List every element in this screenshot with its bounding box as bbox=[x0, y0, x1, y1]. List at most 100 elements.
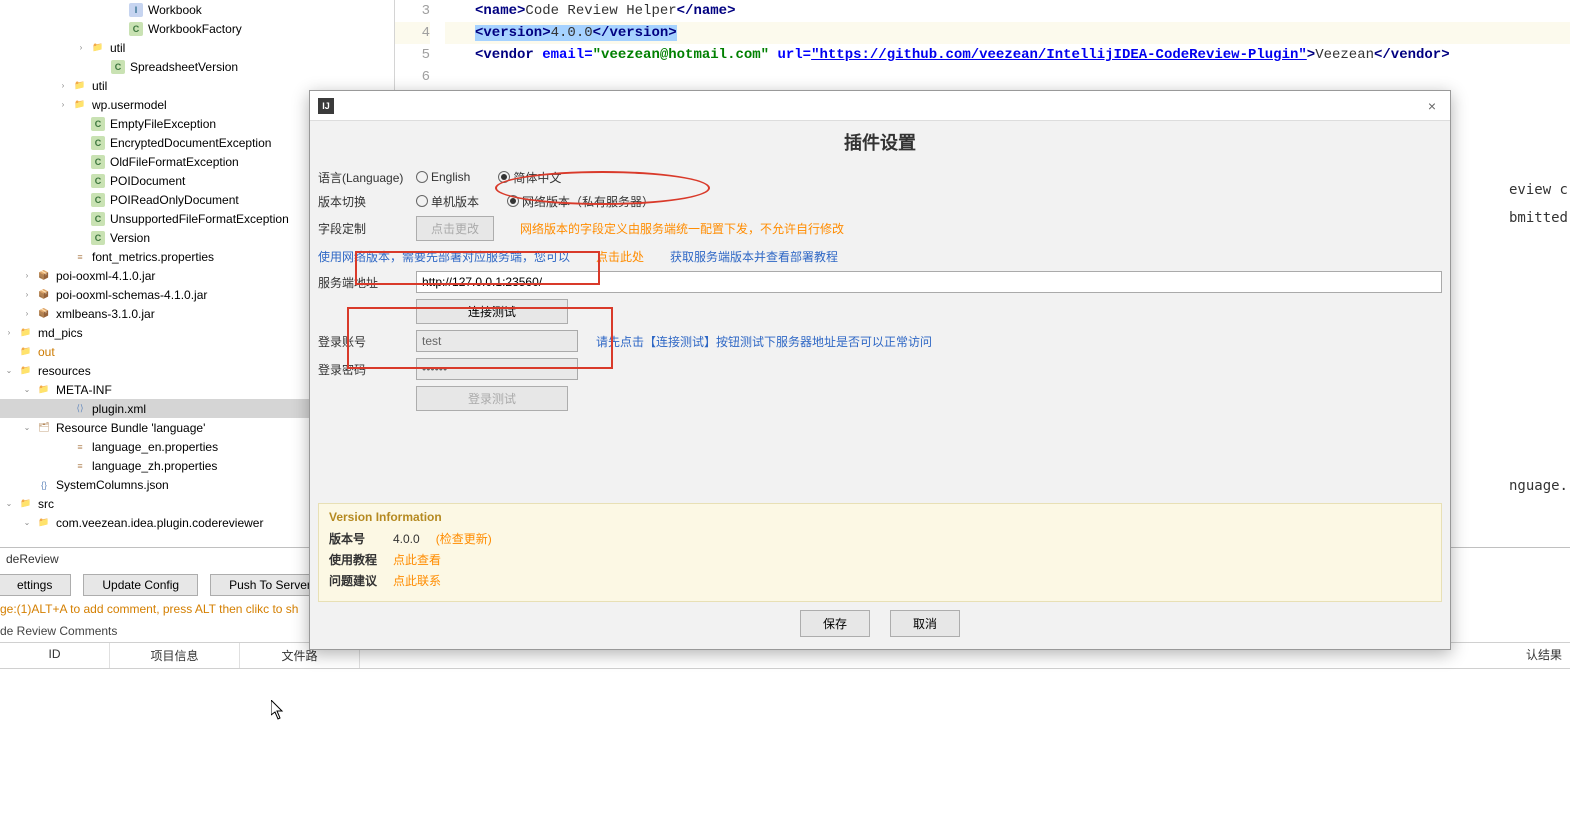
server-address-input[interactable] bbox=[416, 271, 1442, 293]
tree-arrow-icon[interactable]: › bbox=[58, 100, 68, 110]
tree-arrow-icon[interactable]: ⌄ bbox=[4, 366, 14, 376]
tree-arrow-icon[interactable]: ⌄ bbox=[4, 499, 14, 509]
radio-english[interactable]: English bbox=[416, 170, 470, 184]
login-account-label: 登录账号 bbox=[318, 333, 408, 350]
tree-node-icon: ≡ bbox=[73, 459, 87, 473]
tree-node-icon: 📁 bbox=[37, 516, 51, 530]
radio-chinese[interactable]: 简体中文 bbox=[498, 169, 561, 186]
tree-arrow-icon[interactable] bbox=[76, 214, 86, 224]
server-address-label: 服务端地址 bbox=[318, 274, 408, 291]
version-switch-label: 版本切换 bbox=[318, 193, 408, 210]
tree-arrow-icon[interactable]: › bbox=[58, 81, 68, 91]
tree-item[interactable]: IWorkbook bbox=[0, 0, 394, 19]
col-project[interactable]: 项目信息 bbox=[110, 643, 240, 668]
tree-arrow-icon[interactable]: › bbox=[22, 271, 32, 281]
tree-arrow-icon[interactable]: ⌄ bbox=[22, 423, 32, 433]
feedback-link[interactable]: 点此联系 bbox=[393, 572, 441, 589]
tree-node-label: com.veezean.idea.plugin.codereviewer bbox=[56, 516, 263, 530]
tree-item[interactable]: C SpreadsheetVersion bbox=[0, 57, 394, 76]
tree-node-icon: 📦 bbox=[37, 307, 51, 321]
tree-node-icon: {} bbox=[37, 478, 51, 492]
tree-node-label: WorkbookFactory bbox=[148, 22, 242, 36]
tree-node-label: poi-ooxml-4.1.0.jar bbox=[56, 269, 155, 283]
login-password-input[interactable] bbox=[416, 358, 578, 380]
col-right[interactable]: 认结果 bbox=[1518, 642, 1570, 667]
intellij-icon: IJ bbox=[318, 98, 334, 114]
tree-node-label: util bbox=[110, 41, 125, 55]
tree-node-label: Resource Bundle 'language' bbox=[56, 421, 205, 435]
dialog-titlebar[interactable]: IJ × bbox=[310, 91, 1450, 121]
radio-standalone[interactable]: 单机版本 bbox=[416, 193, 479, 210]
tree-node-icon: 📁 bbox=[19, 345, 33, 359]
check-update-link[interactable]: (检查更新) bbox=[436, 530, 492, 547]
tree-node-icon: I bbox=[129, 3, 143, 17]
tree-node-label: OldFileFormatException bbox=[110, 155, 239, 169]
tree-node-icon: C bbox=[129, 22, 143, 36]
tree-node-icon: C bbox=[111, 60, 125, 74]
tree-arrow-icon[interactable] bbox=[114, 5, 124, 15]
tree-arrow-icon[interactable] bbox=[76, 119, 86, 129]
col-id[interactable]: ID bbox=[0, 643, 110, 668]
tree-arrow-icon[interactable] bbox=[76, 138, 86, 148]
tree-arrow-icon[interactable]: ⌄ bbox=[22, 518, 32, 528]
deploy-click-here-link[interactable]: 点击此处 bbox=[596, 248, 644, 265]
version-info-title: Version Information bbox=[329, 510, 1431, 528]
tree-node-label: plugin.xml bbox=[92, 402, 146, 416]
tree-node-icon: 📁 bbox=[19, 326, 33, 340]
settings-button[interactable]: ettings bbox=[0, 574, 71, 596]
tree-node-icon: 🗂 bbox=[37, 421, 51, 435]
tree-node-icon: C bbox=[91, 174, 105, 188]
deploy-tutorial-link[interactable]: 获取服务端版本并查看部署教程 bbox=[670, 248, 838, 265]
tree-arrow-icon[interactable]: › bbox=[22, 309, 32, 319]
tree-node-label: font_metrics.properties bbox=[92, 250, 214, 264]
tree-item[interactable]: › 📁 util bbox=[0, 38, 394, 57]
tutorial-link[interactable]: 点此查看 bbox=[393, 551, 441, 568]
tree-node-icon: 📁 bbox=[37, 383, 51, 397]
tree-arrow-icon[interactable]: › bbox=[4, 328, 14, 338]
tree-node-icon: 📁 bbox=[19, 497, 33, 511]
cancel-button[interactable]: 取消 bbox=[890, 610, 960, 637]
login-test-button[interactable]: 登录测试 bbox=[416, 386, 568, 411]
version-info-box: Version Information 版本号 4.0.0 (检查更新) 使用教… bbox=[318, 503, 1442, 602]
editor-code[interactable]: <name>Code Review Helper</name> <version… bbox=[445, 0, 1570, 88]
cursor-icon bbox=[271, 700, 285, 720]
tree-node-icon: 📁 bbox=[91, 41, 105, 55]
tree-arrow-icon[interactable] bbox=[58, 442, 68, 452]
tree-arrow-icon[interactable] bbox=[76, 195, 86, 205]
tree-node-label: META-INF bbox=[56, 383, 112, 397]
tree-arrow-icon[interactable] bbox=[76, 157, 86, 167]
editor-peek-text: nguage. bbox=[1509, 478, 1568, 494]
tree-node-icon: ≡ bbox=[73, 250, 87, 264]
login-account-input[interactable] bbox=[416, 330, 578, 352]
tree-node-label: Version bbox=[110, 231, 150, 245]
connection-test-button[interactable]: 连接测试 bbox=[416, 299, 568, 324]
radio-network[interactable]: 网络版本（私有服务器） bbox=[507, 193, 654, 210]
tree-arrow-icon[interactable] bbox=[58, 404, 68, 414]
tree-arrow-icon[interactable]: ⌄ bbox=[22, 385, 32, 395]
tree-arrow-icon[interactable] bbox=[76, 176, 86, 186]
tree-arrow-icon[interactable]: › bbox=[76, 43, 86, 53]
tree-arrow-icon[interactable] bbox=[58, 461, 68, 471]
change-fields-button[interactable]: 点击更改 bbox=[416, 216, 494, 241]
tree-item[interactable]: C WorkbookFactory bbox=[0, 19, 394, 38]
tree-node-label: md_pics bbox=[38, 326, 83, 340]
tree-arrow-icon[interactable] bbox=[76, 233, 86, 243]
tree-arrow-icon[interactable] bbox=[96, 62, 106, 72]
save-button[interactable]: 保存 bbox=[800, 610, 870, 637]
tree-node-label: resources bbox=[38, 364, 91, 378]
tree-arrow-icon[interactable] bbox=[58, 252, 68, 262]
update-config-button[interactable]: Update Config bbox=[83, 574, 198, 596]
tree-node-icon: 📦 bbox=[37, 288, 51, 302]
tree-node-icon: C bbox=[91, 193, 105, 207]
tree-arrow-icon[interactable] bbox=[22, 480, 32, 490]
tree-node-label: SpreadsheetVersion bbox=[130, 60, 238, 74]
tree-node-icon: C bbox=[91, 117, 105, 131]
plugin-settings-dialog: IJ × 插件设置 语言(Language) English 简体中文 版本切换… bbox=[309, 90, 1451, 650]
tree-arrow-icon[interactable] bbox=[114, 24, 124, 34]
tree-node-label: language_zh.properties bbox=[92, 459, 217, 473]
tree-arrow-icon[interactable] bbox=[4, 347, 14, 357]
editor-peek-text: eview c bbox=[1509, 182, 1568, 198]
close-icon[interactable]: × bbox=[1422, 96, 1442, 116]
tree-node-label: util bbox=[92, 79, 107, 93]
tree-arrow-icon[interactable]: › bbox=[22, 290, 32, 300]
